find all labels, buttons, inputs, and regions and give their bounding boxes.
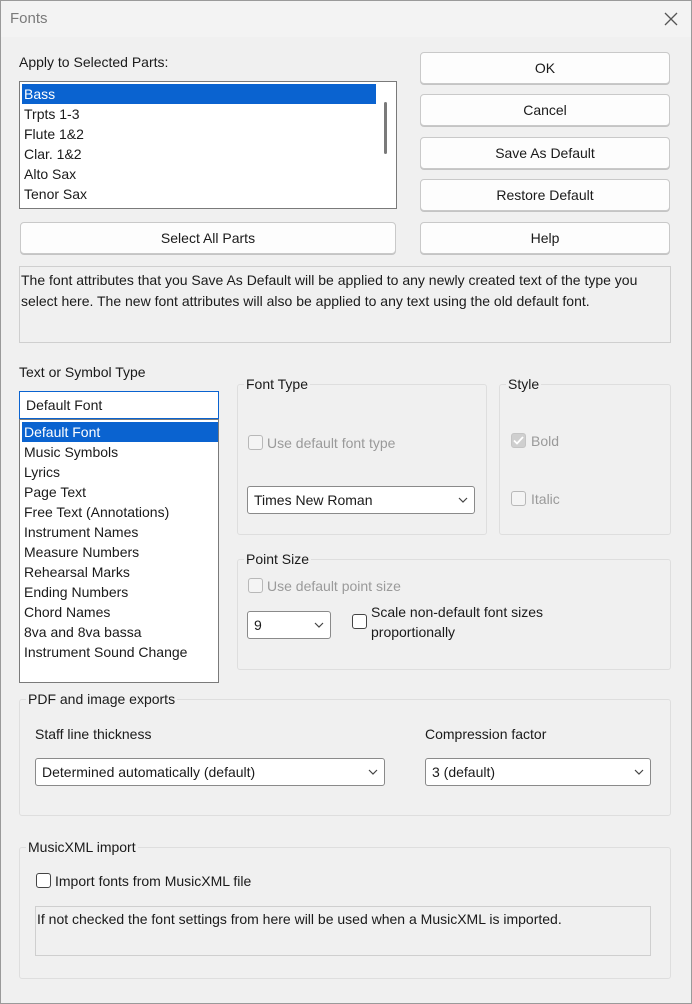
musicxml-title: MusicXML import — [26, 839, 138, 855]
list-item[interactable]: Alto Sax — [22, 164, 76, 184]
list-item[interactable]: Rehearsal Marks — [22, 562, 130, 582]
chevron-down-icon — [314, 612, 324, 638]
use-default-font-type-label: Use default font type — [267, 435, 396, 451]
list-item[interactable]: Bass — [22, 84, 376, 104]
staff-line-thickness-label: Staff line thickness — [35, 726, 152, 742]
compression-factor-label: Compression factor — [425, 726, 547, 742]
list-item[interactable]: Trpts 1-3 — [22, 104, 80, 124]
info-text: The font attributes that you Save As Def… — [19, 266, 671, 343]
list-item[interactable]: Flute 1&2 — [22, 124, 84, 144]
staff-line-thickness-value: Determined automatically (default) — [42, 764, 256, 780]
use-default-point-size-checkbox[interactable] — [248, 578, 263, 593]
parts-listbox[interactable]: Bass Trpts 1-3 Flute 1&2 Clar. 1&2 Alto … — [19, 81, 397, 209]
list-item[interactable]: Free Text (Annotations) — [22, 502, 169, 522]
text-type-label: Text or Symbol Type — [19, 364, 146, 380]
list-item[interactable]: 8va and 8va bassa — [22, 622, 142, 642]
select-all-parts-button[interactable]: Select All Parts — [20, 222, 396, 254]
text-type-listbox[interactable]: Default Font Music Symbols Lyrics Page T… — [19, 419, 219, 683]
use-default-point-size-label: Use default point size — [267, 578, 401, 594]
close-button[interactable] — [652, 2, 690, 36]
cancel-button[interactable]: Cancel — [420, 94, 670, 126]
staff-line-thickness-select[interactable]: Determined automatically (default) — [35, 758, 385, 786]
restore-default-button[interactable]: Restore Default — [420, 179, 670, 211]
style-group — [499, 384, 671, 535]
point-size-value: 9 — [254, 617, 262, 633]
parts-scrollbar-thumb[interactable] — [384, 102, 387, 154]
chevron-down-icon — [368, 759, 378, 785]
import-fonts-checkbox[interactable] — [36, 873, 51, 888]
bold-checkbox[interactable] — [511, 433, 526, 448]
italic-label: Italic — [531, 491, 560, 507]
text-type-current[interactable]: Default Font — [19, 391, 219, 419]
italic-checkbox[interactable] — [511, 491, 526, 506]
list-item[interactable]: Default Font — [22, 422, 218, 442]
chevron-down-icon — [458, 487, 468, 513]
font-type-title: Font Type — [244, 376, 311, 392]
font-type-value: Times New Roman — [254, 492, 373, 508]
use-default-font-type-checkbox[interactable] — [248, 435, 263, 450]
save-as-default-button[interactable]: Save As Default — [420, 137, 670, 169]
list-item[interactable]: Ending Numbers — [22, 582, 128, 602]
chevron-down-icon — [634, 759, 644, 785]
list-item[interactable]: Lyrics — [22, 462, 60, 482]
text-type-current-value: Default Font — [26, 397, 103, 413]
list-item[interactable]: Clar. 1&2 — [22, 144, 82, 164]
import-fonts-label: Import fonts from MusicXML file — [55, 873, 252, 889]
style-title: Style — [506, 376, 542, 392]
point-size-title: Point Size — [244, 551, 312, 567]
list-item[interactable]: Page Text — [22, 482, 86, 502]
list-item[interactable]: Instrument Sound Change — [22, 642, 187, 662]
compression-factor-select[interactable]: 3 (default) — [425, 758, 651, 786]
musicxml-note: If not checked the font settings from he… — [35, 906, 651, 956]
close-icon — [664, 12, 678, 26]
scale-font-sizes-label-line1: Scale non-default font sizes — [371, 604, 543, 620]
list-item[interactable]: Instrument Names — [22, 522, 138, 542]
help-button[interactable]: Help — [420, 222, 670, 254]
list-item[interactable]: Tenor Sax — [22, 184, 87, 204]
ok-button[interactable]: OK — [420, 52, 670, 84]
compression-factor-value: 3 (default) — [432, 764, 496, 780]
scale-font-sizes-checkbox[interactable] — [352, 614, 367, 629]
scale-font-sizes-label-line2: proportionally — [371, 624, 456, 640]
pdf-exports-title: PDF and image exports — [26, 691, 178, 707]
title-bar — [1, 1, 691, 37]
window-title: Fonts — [10, 10, 48, 27]
apply-parts-label: Apply to Selected Parts: — [19, 54, 169, 70]
bold-label: Bold — [531, 433, 560, 449]
checkmark-icon — [513, 436, 524, 445]
point-size-select[interactable]: 9 — [247, 611, 331, 639]
list-item[interactable]: Measure Numbers — [22, 542, 139, 562]
list-item[interactable]: Music Symbols — [22, 442, 118, 462]
font-type-select[interactable]: Times New Roman — [247, 486, 475, 514]
list-item[interactable]: Chord Names — [22, 602, 110, 622]
